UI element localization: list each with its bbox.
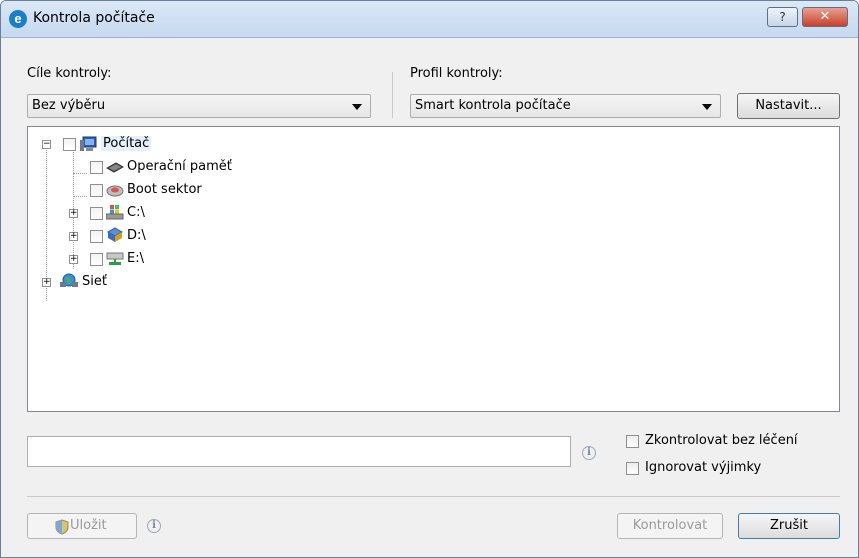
ignore-exclusions-checkbox[interactable]	[626, 462, 639, 475]
expand-toggle-icon[interactable]: +	[69, 232, 78, 241]
tree-checkbox-memory[interactable]	[90, 161, 103, 174]
scan-targets-tree[interactable]: − Počítač Operační paměť Boot sektor + C…	[27, 126, 840, 412]
computer-icon	[80, 136, 97, 151]
help-button[interactable]: ?	[767, 7, 798, 27]
collapse-toggle-icon[interactable]: −	[42, 140, 51, 149]
tree-label-memory: Operační paměť	[127, 159, 232, 174]
tree-item-computer[interactable]: − Počítač	[28, 135, 228, 155]
network-drive-icon	[106, 252, 124, 265]
optical-drive-icon	[106, 227, 124, 242]
vertical-divider	[392, 72, 393, 118]
dropdown-arrow-icon	[702, 104, 712, 110]
custom-target-path-field[interactable]	[27, 436, 571, 467]
tree-checkbox-drive-d[interactable]	[90, 230, 103, 243]
scan-targets-selected: Bez výběru	[32, 98, 106, 113]
dialog-body: Cíle kontroly: Bez výběru Profil kontrol…	[1, 38, 858, 557]
tree-label-drive-c: C:\	[127, 205, 145, 220]
tree-checkbox-boot-sector[interactable]	[90, 184, 103, 197]
dropdown-arrow-icon	[352, 104, 362, 110]
no-clean-label[interactable]: Zkontrolovat bez léčení	[645, 433, 798, 448]
memory-chip-icon	[106, 162, 124, 173]
tree-checkbox-drive-c[interactable]	[90, 207, 103, 220]
expand-toggle-icon[interactable]: +	[69, 255, 78, 264]
no-clean-checkbox[interactable]	[626, 435, 639, 448]
expand-toggle-icon[interactable]: +	[69, 209, 78, 218]
info-icon[interactable]: i	[582, 446, 596, 460]
setup-button[interactable]: Nastavit...	[737, 93, 840, 119]
window-title: Kontrola počítače	[33, 10, 155, 26]
tree-item-boot-sector[interactable]: Boot sektor	[28, 181, 288, 201]
tree-item-drive-e[interactable]: + E:\	[28, 250, 288, 270]
tree-label-computer: Počítač	[101, 136, 152, 151]
tree-item-drive-c[interactable]: + C:\	[28, 204, 288, 224]
scan-targets-label: Cíle kontroly:	[27, 66, 112, 81]
scan-targets-dropdown[interactable]: Bez výběru	[27, 94, 371, 118]
close-button[interactable]: ✕	[802, 7, 848, 27]
tree-label-network: Sieť	[82, 274, 107, 289]
ignore-exclusions-label[interactable]: Ignorovat výjimky	[645, 460, 761, 475]
tree-item-drive-d[interactable]: + D:\	[28, 227, 288, 247]
expand-toggle-icon[interactable]: +	[42, 278, 51, 287]
scan-dialog-window: e Kontrola počítače ? ✕ Cíle kontroly: B…	[0, 0, 859, 558]
uac-shield-icon	[55, 519, 69, 535]
horizontal-divider	[27, 496, 840, 497]
title-bar[interactable]: e Kontrola počítače ? ✕	[1, 1, 858, 38]
scan-button[interactable]: Kontrolovat	[617, 513, 723, 539]
save-button[interactable]: Uložit	[27, 513, 137, 539]
tree-item-memory[interactable]: Operační paměť	[28, 158, 288, 178]
tree-item-network[interactable]: + Sieť	[28, 273, 228, 293]
scan-profile-selected: Smart kontrola počítače	[415, 98, 571, 113]
tree-label-boot-sector: Boot sektor	[127, 182, 202, 197]
windows-drive-icon	[106, 205, 124, 220]
eset-app-icon: e	[9, 10, 27, 28]
scan-profile-dropdown[interactable]: Smart kontrola počítače	[410, 94, 721, 118]
cancel-button[interactable]: Zrušit	[738, 513, 840, 539]
tree-label-drive-e: E:\	[127, 251, 144, 266]
scan-profile-label: Profil kontroly:	[410, 66, 503, 81]
tree-checkbox-drive-e[interactable]	[90, 253, 103, 266]
save-button-label: Uložit	[70, 518, 107, 533]
network-globe-icon	[60, 273, 78, 287]
disk-drive-icon	[106, 185, 124, 197]
tree-checkbox-computer[interactable]	[63, 138, 76, 151]
tree-label-drive-d: D:\	[127, 228, 146, 243]
info-icon[interactable]: i	[147, 519, 161, 533]
